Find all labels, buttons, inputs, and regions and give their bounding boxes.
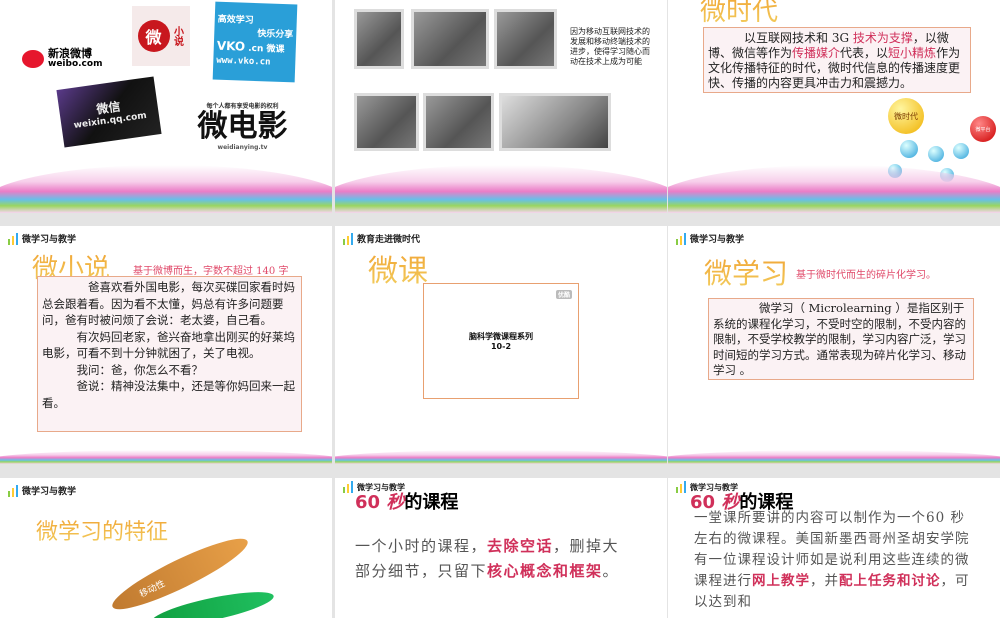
video-badge: 优酷 — [555, 290, 572, 299]
slide-thumbnail-8[interactable]: 微学习与教学 60 秒的课程 一个小时的课程，去除空话，删掉大部分细节，只留下核… — [335, 478, 667, 618]
slide-body: 一个小时的课程，去除空话，删掉大部分细节，只留下核心概念和框架。 — [355, 537, 620, 580]
slide2-caption: 因为移动互联网技术的发展和移动终端技术的进步，使得学习随心而动在技术上成为可能 — [570, 27, 650, 66]
photo-train — [494, 9, 557, 69]
header-bars-icon — [676, 481, 686, 493]
header-bars-icon — [343, 481, 353, 493]
photo-bus-stop — [499, 93, 611, 151]
weidianying-logo: 每个人都有享受电影的权利 微电影 weidianying.tv — [197, 103, 288, 151]
definition-box: 以互联网技术和 3G 技术为支撑，以微博、微信等作为传播媒介代表，以短小精炼作为… — [703, 27, 971, 93]
slide-title: 微时代 — [700, 0, 778, 28]
weibo-logo: 新浪微博 weibo.com — [22, 48, 102, 70]
vko-logo: 高效学习 快乐分享 VKO .cn 微课 www.vko.cn — [212, 1, 298, 83]
story-box: 爸喜欢看外国电影，每次买碟回家看时妈总会跟着看。因为看不太懂，妈总有许多问题要问… — [37, 276, 302, 432]
slide-thumbnail-1[interactable]: 新浪微博 weibo.com 微 小说 高效学习 快乐分享 VKO .cn 微课 … — [0, 0, 332, 213]
decorative-swoosh — [335, 450, 667, 464]
slide-body: 一堂课所要讲的内容可以制作为一个60 秒左右的微课程。美国新墨西哥州圣胡安学院有… — [694, 510, 970, 610]
slide-thumbnail-7[interactable]: 微学习与教学 微学习的特征 移动性 — [0, 478, 332, 618]
video-player[interactable]: 优酷 脑科学微课程系列 10-2 — [423, 283, 579, 399]
weibo-eye-icon — [22, 50, 44, 68]
decorative-swoosh — [0, 450, 332, 464]
slide-thumbnail-3[interactable]: 微时代 以互联网技术和 3G 技术为支撑，以微博、微信等作为传播媒介代表，以短小… — [668, 0, 1000, 213]
slide-thumbnail-5[interactable]: 教育走进微时代 微课 优酷 脑科学微课程系列 10-2 — [335, 226, 667, 464]
photo-couple — [354, 93, 419, 151]
weixin-logo: 微信 weixin.qq.com — [56, 76, 162, 148]
section-header: 微学习与教学 — [8, 484, 76, 497]
slide-thumbnail-9[interactable]: 微学习与教学 60 秒的课程 一堂课所要讲的内容可以制作为一个60 秒左右的微课… — [668, 478, 1000, 618]
slide-subtitle: 基于微博而生，字数不超过 140 字 — [133, 266, 289, 277]
section-header: 微学习与教学 — [676, 232, 744, 245]
slide-title: 微学习 — [704, 252, 788, 292]
decorative-swoosh — [335, 165, 667, 213]
header-bars-icon — [676, 232, 686, 245]
decorative-swoosh — [668, 450, 1000, 464]
photo-street — [354, 9, 404, 69]
header-bars-icon — [8, 484, 18, 497]
header-bars-icon — [343, 232, 353, 245]
definition-box: 微学习（ Microlearning ）是指区别于系统的课程化学习，不受时空的限… — [708, 298, 974, 380]
decorative-swoosh — [0, 165, 332, 213]
section-header: 教育走进微时代 — [343, 232, 420, 245]
header-bars-icon — [8, 232, 18, 245]
weixiaoshuo-logo: 微 小说 — [132, 6, 190, 66]
slide-title: 微课 — [368, 246, 428, 290]
photo-woman-phone — [423, 93, 494, 151]
slide-title: 微学习的特征 — [36, 514, 168, 546]
slide-thumbnail-4[interactable]: 微学习与教学 微小说 基于微博而生，字数不超过 140 字 爸喜欢看外国电影，每… — [0, 226, 332, 464]
slide-subtitle: 基于微时代而生的碎片化学习。 — [796, 270, 936, 281]
slide-title: 60 秒的课程 — [355, 492, 459, 513]
section-header: 微学习与教学 — [8, 232, 76, 245]
photo-subway — [411, 9, 489, 69]
slide-thumbnail-6[interactable]: 微学习与教学 微学习 基于微时代而生的碎片化学习。 微学习（ Microlear… — [668, 226, 1000, 464]
slide-thumbnail-2[interactable]: 因为移动互联网技术的发展和移动终端技术的进步，使得学习随心而动在技术上成为可能 — [335, 0, 667, 213]
